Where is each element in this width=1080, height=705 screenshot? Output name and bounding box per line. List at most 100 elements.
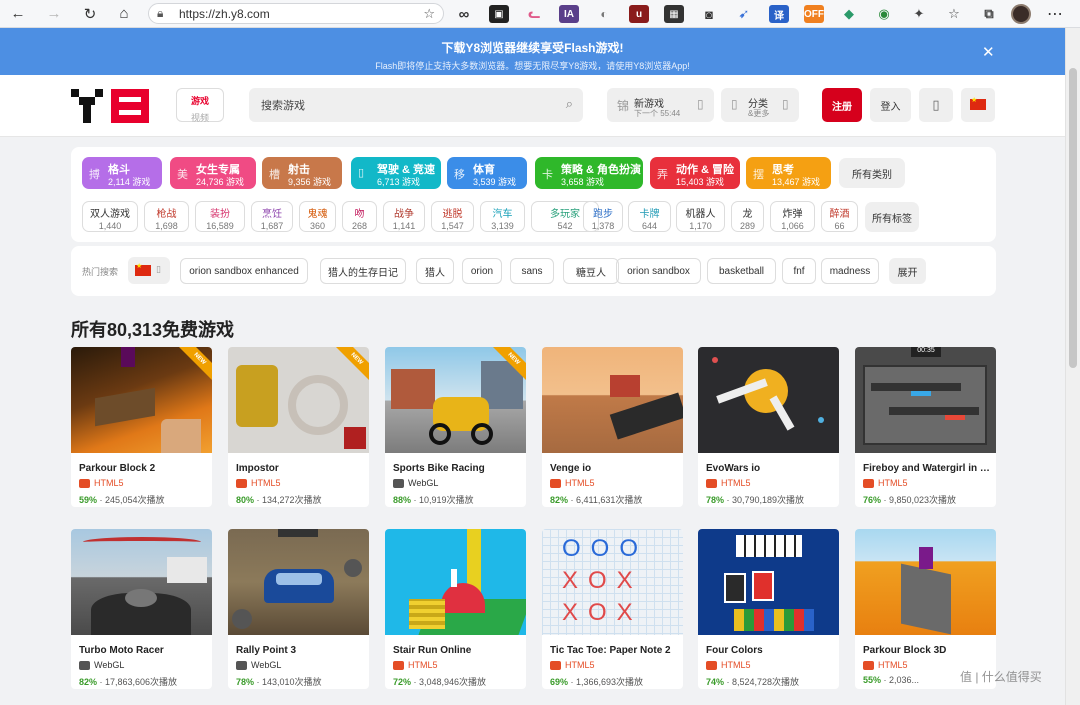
- mobile-icon[interactable]: ▯: [919, 88, 953, 122]
- extension-shield-icon[interactable]: ◆: [839, 5, 859, 23]
- hot-search-item[interactable]: 糖豆人: [563, 258, 619, 284]
- y8-logo[interactable]: [71, 89, 151, 123]
- hot-search-item[interactable]: sans: [510, 258, 554, 284]
- category-2[interactable]: 槽射击 9,356 游戏: [262, 157, 342, 189]
- game-title[interactable]: Rally Point 3: [236, 645, 364, 656]
- game-card[interactable]: EvoWars io HTML5 78% · 30,790,189次播放: [698, 347, 839, 507]
- address-bar[interactable]: 🔒︎ https://zh.y8.com ☆: [148, 3, 444, 24]
- scrollbar-thumb[interactable]: [1069, 68, 1077, 368]
- game-thumbnail[interactable]: [228, 529, 369, 635]
- extension-infinity-icon[interactable]: ∞: [454, 5, 474, 23]
- game-thumbnail[interactable]: [385, 529, 526, 635]
- refresh-icon[interactable]: ↻: [78, 2, 102, 26]
- game-thumbnail[interactable]: NEW: [228, 347, 369, 453]
- game-card[interactable]: Venge io HTML5 82% · 6,411,631次播放: [542, 347, 683, 507]
- game-title[interactable]: Tic Tac Toe: Paper Note 2: [550, 645, 678, 656]
- category-5[interactable]: 卡策略 & 角色扮演 3,658 游戏: [535, 157, 643, 189]
- tag-0[interactable]: 双人游戏 1,440: [82, 201, 138, 232]
- extension-chat-icon[interactable]: ▣: [489, 5, 509, 23]
- tag-3[interactable]: 烹饪 1,687: [251, 201, 293, 232]
- game-card[interactable]: Stair Run Online HTML5 72% · 3,048,946次播放: [385, 529, 526, 689]
- hot-search-item[interactable]: orion: [462, 258, 502, 284]
- extensions-puzzle-icon[interactable]: ✦: [909, 5, 929, 23]
- language-selector[interactable]: [961, 88, 995, 122]
- game-thumbnail[interactable]: NEW: [385, 347, 526, 453]
- game-title[interactable]: Parkour Block 3D: [863, 645, 991, 656]
- game-card[interactable]: Parkour Block 3D HTML5 55% · 2,036...: [855, 529, 996, 689]
- search-placeholder[interactable]: 搜索游戏: [261, 97, 305, 113]
- tag-15[interactable]: 醉酒 66: [821, 201, 858, 232]
- tag-11[interactable]: 卡牌 644: [628, 201, 671, 232]
- extension-off-icon[interactable]: OFF: [804, 5, 824, 23]
- game-title[interactable]: Fireboy and Watergirl in t...: [863, 463, 991, 474]
- extension-camera-icon[interactable]: ◙: [699, 5, 719, 23]
- game-title[interactable]: Stair Run Online: [393, 645, 521, 656]
- tag-12[interactable]: 机器人 1,170: [676, 201, 725, 232]
- extension-arrow-icon[interactable]: ➹: [734, 5, 754, 23]
- game-card[interactable]: Turbo Moto Racer WebGL 82% · 17,863,606次播放: [71, 529, 212, 689]
- tag-14[interactable]: 炸弹 1,066: [770, 201, 815, 232]
- extension-ublock-icon[interactable]: u: [629, 5, 649, 23]
- hot-search-item[interactable]: basketball: [707, 258, 776, 284]
- tag-10[interactable]: 跑步 1,378: [583, 201, 623, 232]
- login-button[interactable]: 登入: [870, 88, 911, 122]
- hot-search-item[interactable]: orion sandbox: [616, 258, 701, 284]
- all-categories-button[interactable]: 所有类别: [839, 158, 905, 188]
- tag-1[interactable]: 枪战 1,698: [144, 201, 189, 232]
- url-text[interactable]: https://zh.y8.com: [179, 7, 423, 21]
- hot-search-item[interactable]: 猎人的生存日记: [320, 258, 406, 284]
- game-card[interactable]: NEW Parkour Block 2 HTML5 59% · 245,054次播放: [71, 347, 212, 507]
- game-title[interactable]: Sports Bike Racing: [393, 463, 521, 474]
- game-thumbnail[interactable]: [698, 529, 839, 635]
- all-tags-button[interactable]: 所有标签: [865, 202, 919, 232]
- tab-games[interactable]: 游戏: [177, 94, 223, 107]
- home-icon[interactable]: ⌂: [112, 2, 136, 26]
- extension-mouse-icon[interactable]: ◐: [594, 5, 614, 23]
- hot-search-item[interactable]: 猎人: [416, 258, 454, 284]
- tag-7[interactable]: 逃脱 1,547: [431, 201, 474, 232]
- download-banner[interactable]: 下载Y8浏览器继续享受Flash游戏! Flash即将停止支持大多数浏览器。想要…: [0, 28, 1065, 75]
- hot-search-item[interactable]: orion sandbox enhanced: [180, 258, 308, 284]
- game-title[interactable]: Four Colors: [706, 645, 834, 656]
- collections-icon[interactable]: ⧉: [979, 5, 999, 23]
- tag-6[interactable]: 战争 1,141: [383, 201, 425, 232]
- favorite-star-icon[interactable]: ☆: [423, 6, 435, 22]
- page-scrollbar[interactable]: [1065, 28, 1080, 705]
- extension-globe-icon[interactable]: ◉: [874, 5, 894, 23]
- expand-button[interactable]: 展开: [889, 258, 926, 284]
- tag-5[interactable]: 吻 268: [342, 201, 377, 232]
- tag-8[interactable]: 汽车 3,139: [480, 201, 525, 232]
- categories-button[interactable]: ▯ 分类 &更多 ▯: [721, 88, 799, 122]
- game-thumbnail[interactable]: OOO XOX XOX: [542, 529, 683, 635]
- game-title[interactable]: Parkour Block 2: [79, 463, 207, 474]
- tag-2[interactable]: 装扮 16,589: [195, 201, 245, 232]
- game-thumbnail[interactable]: [542, 347, 683, 453]
- banner-title[interactable]: 下载Y8浏览器继续享受Flash游戏!: [0, 39, 1065, 56]
- extension-translate-icon[interactable]: 译: [769, 5, 789, 23]
- game-thumbnail[interactable]: [698, 347, 839, 453]
- game-title[interactable]: Venge io: [550, 463, 678, 474]
- game-thumbnail[interactable]: [855, 529, 996, 635]
- game-card[interactable]: OOO XOX XOX Tic Tac Toe: Paper Note 2 HTML5 6…: [542, 529, 683, 689]
- tag-13[interactable]: 龙 289: [731, 201, 764, 232]
- category-4[interactable]: 移体育 3,539 游戏: [447, 157, 527, 189]
- extension-ia-icon[interactable]: IA: [559, 5, 579, 23]
- category-6[interactable]: 弄动作 & 冒险 15,403 游戏: [650, 157, 740, 189]
- more-menu-icon[interactable]: ⋯: [1047, 4, 1063, 24]
- extension-grid-icon[interactable]: ▦: [664, 5, 684, 23]
- games-videos-switch[interactable]: 游戏 视频: [176, 88, 224, 124]
- category-3[interactable]: ▯ 驾驶 & 竞速 6,713 游戏: [351, 157, 441, 189]
- close-icon[interactable]: ✕: [982, 43, 995, 61]
- game-title[interactable]: Turbo Moto Racer: [79, 645, 207, 656]
- game-thumbnail[interactable]: 00:35: [855, 347, 996, 453]
- game-card[interactable]: Four Colors HTML5 74% · 8,524,728次播放: [698, 529, 839, 689]
- search-icon[interactable]: ⌕: [566, 96, 573, 112]
- category-1[interactable]: 美女生专属 24,736 游戏: [170, 157, 256, 189]
- tab-videos[interactable]: 视频: [177, 111, 223, 124]
- hot-search-item[interactable]: fnf: [782, 258, 816, 284]
- extension-cat-icon[interactable]: ᓚ: [524, 5, 544, 23]
- game-thumbnail[interactable]: [71, 529, 212, 635]
- hot-search-item[interactable]: madness: [821, 258, 879, 284]
- region-selector[interactable]: ▯: [128, 257, 170, 284]
- game-title[interactable]: EvoWars io: [706, 463, 834, 474]
